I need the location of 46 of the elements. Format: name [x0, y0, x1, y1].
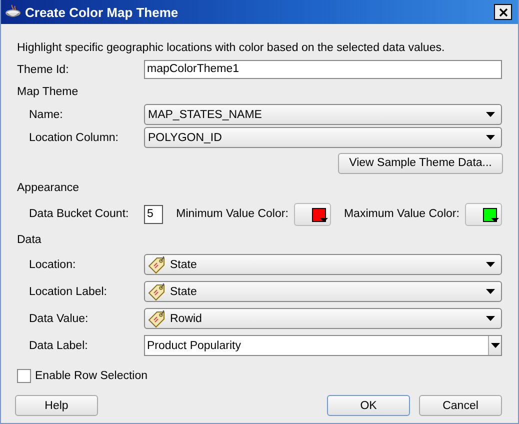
description-text: Highlight specific geographic locations with color based on the selected data values.	[17, 41, 446, 56]
field-label: Theme Id:	[17, 64, 70, 76]
combo-box[interactable]: Product Popularity	[144, 335, 502, 356]
dropdown-arrow-icon	[486, 316, 495, 321]
color-picker-button[interactable]	[294, 202, 331, 226]
dropdown[interactable]: MAP_STATES_NAME	[144, 104, 502, 125]
dropdown-arrow-icon	[486, 112, 495, 117]
dropdown[interactable]: State	[144, 254, 502, 275]
field-label: Data Label:	[28, 340, 89, 352]
dropdown[interactable]: POLYGON_ID	[144, 127, 502, 148]
theme-id-field[interactable]: mapColorTheme1	[144, 60, 502, 79]
tag-icon	[148, 282, 166, 300]
window-title: Create Color Map Theme	[25, 4, 180, 20]
dropdown[interactable]: Rowid	[144, 308, 502, 329]
field-label: Minimum Value Color:	[176, 208, 288, 220]
field-label: Data Bucket Count:	[28, 208, 130, 220]
field-label: Location Label:	[28, 286, 108, 298]
section-heading: Appearance	[17, 181, 80, 196]
tag-icon	[148, 310, 166, 328]
field-label: Location Column:	[28, 132, 120, 144]
field-label: Maximum Value Color:	[344, 208, 460, 220]
tag-icon	[148, 256, 166, 274]
dropdown-arrow-icon	[320, 218, 328, 222]
checkbox-label: Enable Row Selection	[35, 370, 148, 382]
checkbox[interactable]	[17, 369, 31, 383]
field-label: Data Value:	[28, 312, 90, 324]
dropdown-arrow-icon	[490, 343, 500, 348]
dropdown-arrow-icon	[491, 218, 500, 222]
view-sample-data-button[interactable]: View Sample Theme Data...	[338, 152, 503, 174]
section-heading: Map Theme	[17, 85, 80, 100]
dialog-button[interactable]: Help	[15, 395, 98, 416]
field-label: Location:	[28, 258, 77, 270]
dropdown-arrow-icon	[486, 135, 495, 140]
dropdown-arrow-icon	[486, 262, 495, 267]
bucket-count-field[interactable]: 5	[144, 204, 164, 224]
dropdown-arrow-icon	[486, 289, 495, 294]
color-picker-button[interactable]	[465, 202, 502, 226]
close-button[interactable]	[494, 4, 512, 20]
dropdown-button[interactable]	[488, 336, 501, 355]
coffee-cup-icon	[5, 4, 21, 20]
dialog-button[interactable]: OK	[327, 395, 410, 416]
dialog-button[interactable]: Cancel	[419, 395, 502, 416]
field-label: Name:	[28, 108, 64, 120]
close-icon	[498, 8, 508, 16]
section-heading: Data	[17, 233, 42, 248]
dropdown[interactable]: State	[144, 281, 502, 302]
